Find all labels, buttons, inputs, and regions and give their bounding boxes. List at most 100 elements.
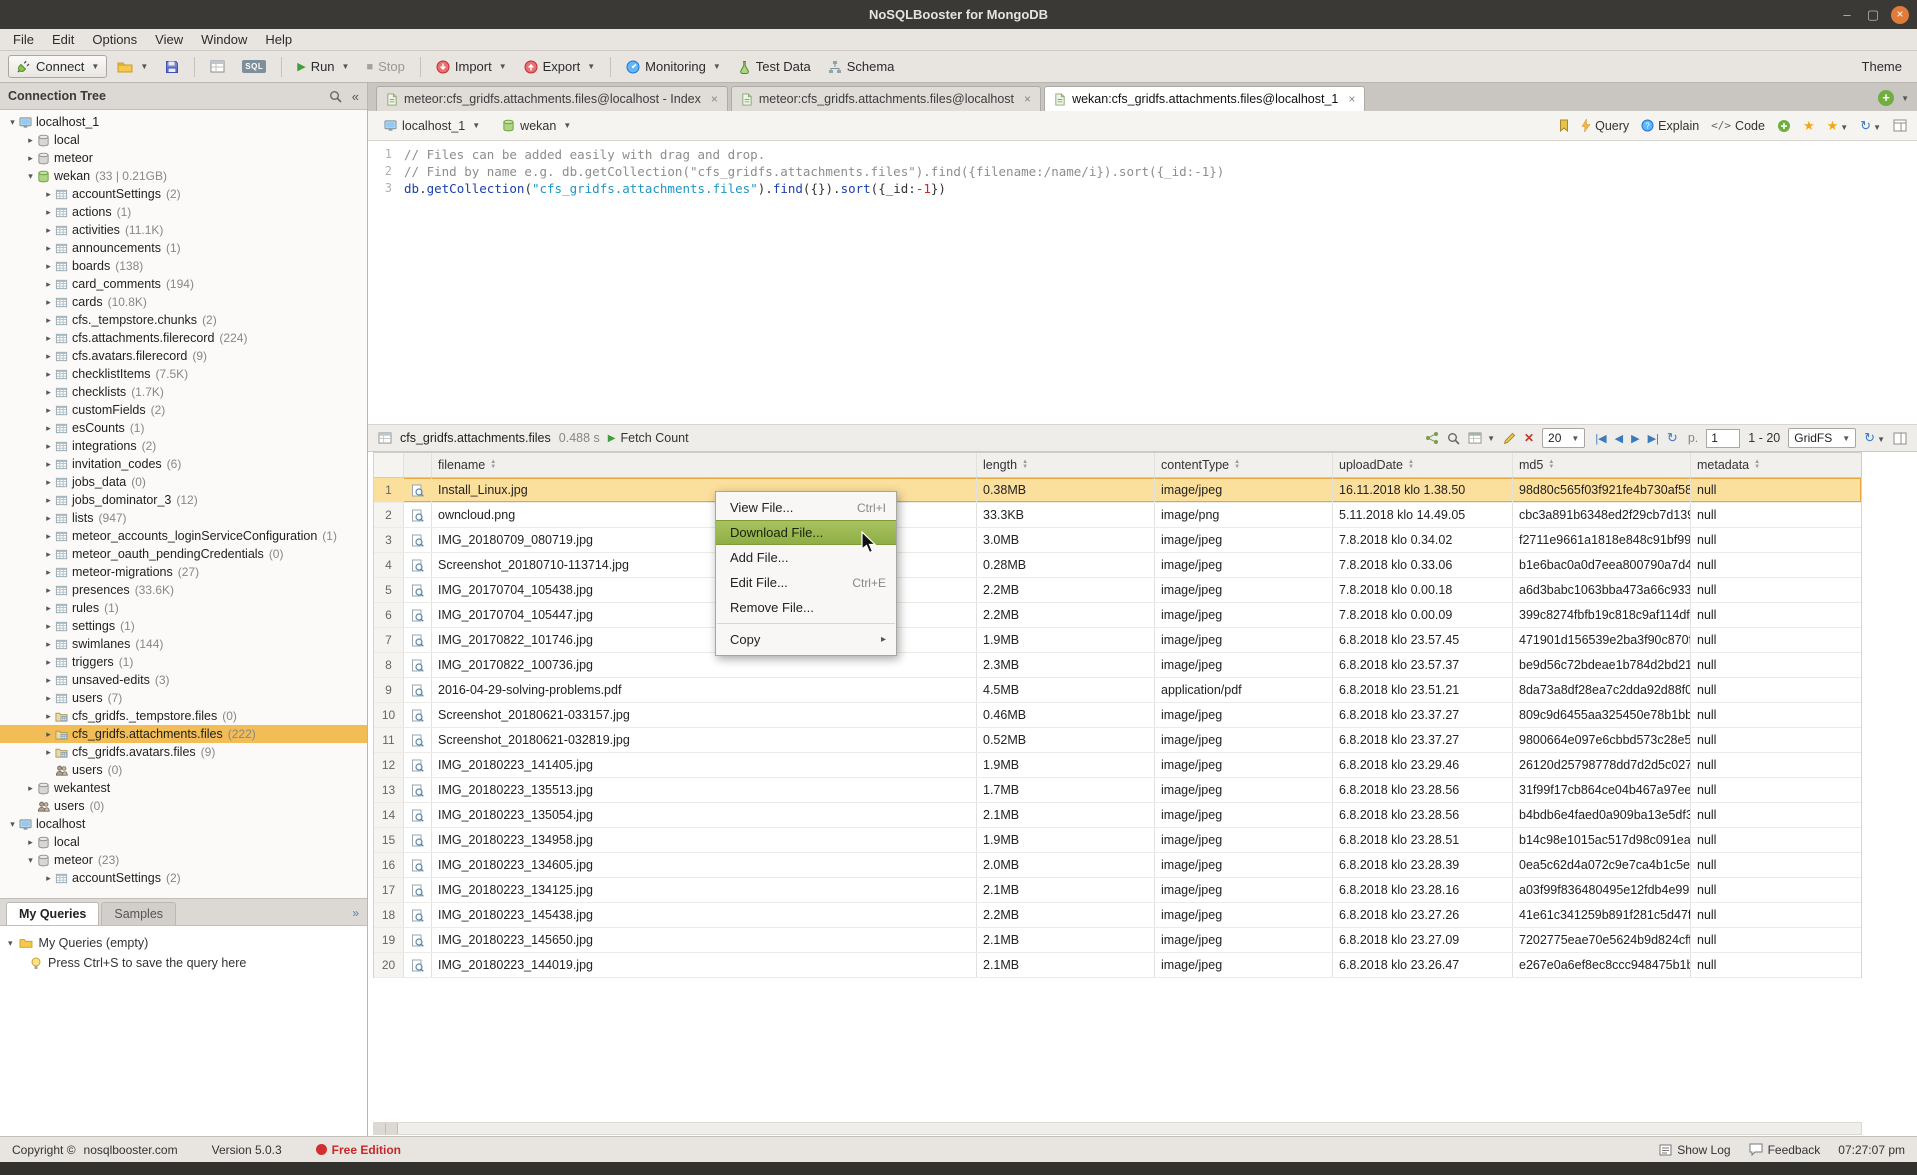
code-editor[interactable]: 1// Files can be added easily with drag … bbox=[368, 141, 1917, 425]
export-button[interactable]: Export ▼ bbox=[517, 56, 603, 77]
tree-item-cfs_gridfs.avatars.files[interactable]: ▸cfs_gridfs.avatars.files(9) bbox=[0, 743, 367, 761]
tree-collapsed-icon[interactable]: ▸ bbox=[42, 549, 55, 560]
sql-query-button[interactable]: SQL bbox=[235, 57, 273, 76]
clear-results-icon[interactable]: ✕ bbox=[1524, 431, 1534, 445]
tree-item-accountSettings[interactable]: ▸accountSettings(2) bbox=[0, 185, 367, 203]
table-row-18[interactable]: 18IMG_20180223_145438.jpg2.2MBimage/jpeg… bbox=[374, 903, 1861, 928]
connect-button[interactable]: Connect ▼ bbox=[8, 55, 107, 78]
tree-collapsed-icon[interactable]: ▸ bbox=[42, 639, 55, 650]
doc-tab-3[interactable]: wekan:cfs_gridfs.attachments.files@local… bbox=[1044, 86, 1365, 111]
file-preview-icon[interactable] bbox=[404, 828, 432, 852]
table-row-3[interactable]: 3IMG_20180709_080719.jpg3.0MBimage/jpeg7… bbox=[374, 528, 1861, 553]
save-button[interactable] bbox=[158, 57, 186, 77]
close-tab-icon[interactable]: × bbox=[1348, 92, 1355, 106]
tree-collapsed-icon[interactable]: ▸ bbox=[24, 135, 37, 146]
refresh-icon[interactable]: ↻ bbox=[1667, 430, 1678, 446]
file-preview-icon[interactable] bbox=[404, 803, 432, 827]
panel-toggle-icon[interactable] bbox=[1893, 432, 1907, 445]
tree-expanded-icon[interactable]: ▾ bbox=[6, 819, 19, 830]
tree-item-esCounts[interactable]: ▸esCounts(1) bbox=[0, 419, 367, 437]
database-selector[interactable]: wekan ▼ bbox=[496, 116, 577, 136]
doc-tab-2[interactable]: meteor:cfs_gridfs.attachments.files@loca… bbox=[731, 86, 1041, 111]
tree-collapsed-icon[interactable]: ▸ bbox=[42, 729, 55, 740]
tree-collapsed-icon[interactable]: ▸ bbox=[42, 423, 55, 434]
tree-item-cfs._tempstore.chunks[interactable]: ▸cfs._tempstore.chunks(2) bbox=[0, 311, 367, 329]
tree-collapsed-icon[interactable]: ▸ bbox=[42, 441, 55, 452]
tree-item-wekan[interactable]: ▾wekan(33 | 0.21GB) bbox=[0, 167, 367, 185]
open-button[interactable]: ▼ bbox=[110, 57, 155, 77]
file-preview-icon[interactable] bbox=[404, 703, 432, 727]
context-menu-item-remove-file[interactable]: Remove File... bbox=[716, 595, 896, 620]
table-view-button[interactable] bbox=[203, 57, 232, 76]
tree-collapsed-icon[interactable]: ▸ bbox=[42, 315, 55, 326]
tree-collapsed-icon[interactable]: ▸ bbox=[42, 333, 55, 344]
tree-item-actions[interactable]: ▸actions(1) bbox=[0, 203, 367, 221]
feedback-button[interactable]: Feedback bbox=[1749, 1143, 1821, 1157]
tree-expanded-icon[interactable]: ▾ bbox=[8, 938, 13, 949]
tree-item-local[interactable]: ▸local bbox=[0, 131, 367, 149]
tree-collapsed-icon[interactable]: ▸ bbox=[42, 531, 55, 542]
sort-icon[interactable]: ▲▼ bbox=[490, 460, 496, 470]
header-cell-contentType[interactable]: contentType▲▼ bbox=[1155, 453, 1333, 477]
tree-item-accountSettings[interactable]: ▸accountSettings(2) bbox=[0, 869, 367, 887]
prev-page-button[interactable]: ◀ bbox=[1615, 432, 1623, 445]
favorite-icon[interactable]: ★ bbox=[1803, 118, 1815, 134]
tree-item-meteor_accounts_loginServiceConfiguration[interactable]: ▸meteor_accounts_loginServiceConfigurati… bbox=[0, 527, 367, 545]
page-size-select[interactable]: 20 ▼ bbox=[1542, 428, 1585, 448]
tree-item-cards[interactable]: ▸cards(10.8K) bbox=[0, 293, 367, 311]
tree-item-settings[interactable]: ▸settings(1) bbox=[0, 617, 367, 635]
connection-selector[interactable]: localhost_1 ▼ bbox=[378, 116, 486, 136]
tree-collapsed-icon[interactable]: ▸ bbox=[42, 477, 55, 488]
maximize-button[interactable]: ▢ bbox=[1865, 7, 1881, 23]
sort-icon[interactable]: ▲▼ bbox=[1548, 460, 1554, 470]
next-page-button[interactable]: ▶ bbox=[1631, 432, 1639, 445]
fetch-count-button[interactable]: ▶ Fetch Count bbox=[608, 431, 689, 445]
tree-collapsed-icon[interactable]: ▸ bbox=[42, 405, 55, 416]
menu-item-options[interactable]: Options bbox=[83, 32, 146, 47]
table-row-12[interactable]: 12IMG_20180223_141405.jpg1.9MBimage/jpeg… bbox=[374, 753, 1861, 778]
tree-collapsed-icon[interactable]: ▸ bbox=[42, 279, 55, 290]
tree-item-users[interactable]: users(0) bbox=[0, 761, 367, 779]
tree-collapsed-icon[interactable]: ▸ bbox=[42, 567, 55, 578]
search-icon[interactable] bbox=[329, 90, 342, 103]
menu-item-help[interactable]: Help bbox=[256, 32, 301, 47]
tree-item-localhost_1[interactable]: ▾localhost_1 bbox=[0, 113, 367, 131]
table-row-16[interactable]: 16IMG_20180223_134605.jpg2.0MBimage/jpeg… bbox=[374, 853, 1861, 878]
tree-item-card_comments[interactable]: ▸card_comments(194) bbox=[0, 275, 367, 293]
tree-item-announcements[interactable]: ▸announcements(1) bbox=[0, 239, 367, 257]
file-preview-icon[interactable] bbox=[404, 478, 432, 502]
tree-item-jobs_data[interactable]: ▸jobs_data(0) bbox=[0, 473, 367, 491]
file-preview-icon[interactable] bbox=[404, 903, 432, 927]
file-preview-icon[interactable] bbox=[404, 728, 432, 752]
tab-list-icon[interactable]: ▼ bbox=[1901, 94, 1909, 103]
tree-item-integrations[interactable]: ▸integrations(2) bbox=[0, 437, 367, 455]
tree-collapsed-icon[interactable]: ▸ bbox=[42, 351, 55, 362]
tree-collapsed-icon[interactable]: ▸ bbox=[42, 261, 55, 272]
table-row-2[interactable]: 2owncloud.png33.3KBimage/png5.11.2018 kl… bbox=[374, 503, 1861, 528]
tree-collapsed-icon[interactable]: ▸ bbox=[42, 207, 55, 218]
close-tab-icon[interactable]: × bbox=[1024, 92, 1031, 106]
tree-item-activities[interactable]: ▸activities(11.1K) bbox=[0, 221, 367, 239]
tree-collapsed-icon[interactable]: ▸ bbox=[24, 153, 37, 164]
tree-collapsed-icon[interactable]: ▸ bbox=[42, 495, 55, 506]
tree-item-lists[interactable]: ▸lists(947) bbox=[0, 509, 367, 527]
tree-item-invitation_codes[interactable]: ▸invitation_codes(6) bbox=[0, 455, 367, 473]
collapse-all-icon[interactable]: « bbox=[352, 89, 359, 104]
table-row-8[interactable]: 8IMG_20170822_100736.jpg2.3MBimage/jpeg6… bbox=[374, 653, 1861, 678]
header-cell-length[interactable]: length▲▼ bbox=[977, 453, 1155, 477]
file-preview-icon[interactable] bbox=[404, 553, 432, 577]
my-queries-root[interactable]: ▾ My Queries (empty) bbox=[8, 933, 359, 953]
test-data-button[interactable]: Test Data bbox=[731, 56, 818, 77]
tree-collapsed-icon[interactable]: ▸ bbox=[42, 603, 55, 614]
tree-item-customFields[interactable]: ▸customFields(2) bbox=[0, 401, 367, 419]
file-preview-icon[interactable] bbox=[404, 503, 432, 527]
sort-icon[interactable]: ▲▼ bbox=[1408, 460, 1414, 470]
context-menu-item-edit-file[interactable]: Edit File...Ctrl+E bbox=[716, 570, 896, 595]
horizontal-scrollbar[interactable] bbox=[373, 1122, 1862, 1135]
tree-collapsed-icon[interactable]: ▸ bbox=[42, 387, 55, 398]
file-preview-icon[interactable] bbox=[404, 678, 432, 702]
tree-collapsed-icon[interactable]: ▸ bbox=[42, 657, 55, 668]
close-button[interactable]: × bbox=[1891, 6, 1909, 24]
tree-expanded-icon[interactable]: ▾ bbox=[24, 171, 37, 182]
table-row-7[interactable]: 7IMG_20170822_101746.jpg1.9MBimage/jpeg6… bbox=[374, 628, 1861, 653]
